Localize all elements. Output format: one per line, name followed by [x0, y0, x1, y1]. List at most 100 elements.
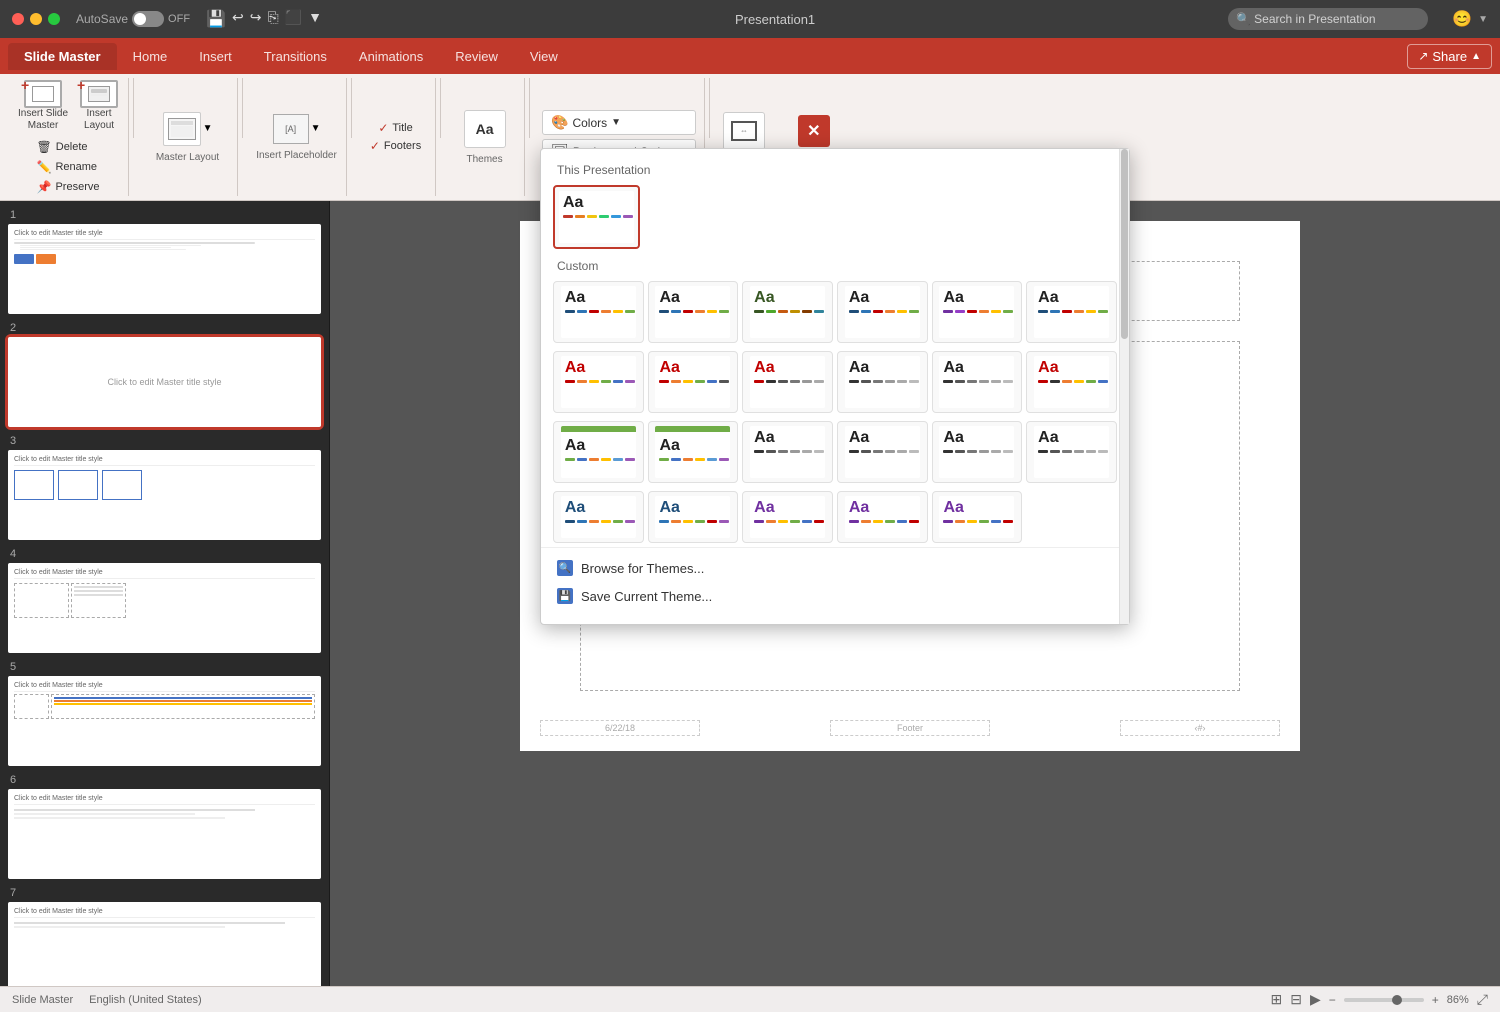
- share-button[interactable]: ↗ Share ▲: [1407, 44, 1492, 69]
- theme-custom-14[interactable]: Aa: [648, 421, 739, 483]
- theme-current[interactable]: Aa: [553, 185, 640, 249]
- theme-custom-5[interactable]: Aa: [932, 281, 1023, 343]
- theme-empty-slot: [1026, 491, 1117, 543]
- tab-bar: Slide Master Home Insert Transitions Ani…: [0, 38, 1500, 74]
- theme-custom-11[interactable]: Aa: [932, 351, 1023, 413]
- slide-thumbnail-4[interactable]: Click to edit Master title style: [8, 563, 321, 653]
- theme-custom-15[interactable]: Aa: [742, 421, 833, 483]
- colors-swatch-icon: 🎨: [551, 114, 568, 131]
- slide-size-icon: ⇔: [731, 121, 757, 141]
- save-theme-button[interactable]: 💾 Save Current Theme...: [557, 584, 1113, 608]
- tab-review[interactable]: Review: [439, 43, 514, 70]
- share-chevron: ▲: [1471, 51, 1481, 62]
- slide-thumbnail-2[interactable]: Click to edit Master title style: [8, 337, 321, 427]
- slide-thumbnail-5[interactable]: Click to edit Master title style: [8, 676, 321, 766]
- title-checkbox[interactable]: ✓ Title: [378, 121, 412, 135]
- minimize-window-button[interactable]: [30, 13, 42, 25]
- maximize-window-button[interactable]: [48, 13, 60, 25]
- slideshow-icon[interactable]: ▶: [1310, 991, 1321, 1008]
- theme-custom-16[interactable]: Aa: [837, 421, 928, 483]
- undo-arrow-icon[interactable]: ↪: [250, 9, 262, 29]
- theme-custom-1[interactable]: Aa: [553, 281, 644, 343]
- slide-footer: 6/22/18 Footer ‹#›: [540, 720, 1280, 736]
- slide-panel[interactable]: 1 Click to edit Master title style: [0, 201, 330, 986]
- theme-custom-8[interactable]: Aa: [648, 351, 739, 413]
- outline-view-icon[interactable]: ⊟: [1290, 991, 1302, 1008]
- slide-size-button[interactable]: ⇔: [723, 112, 765, 150]
- search-input[interactable]: [1228, 8, 1428, 30]
- rename-label: Rename: [55, 161, 97, 173]
- theme-custom-12[interactable]: Aa: [1026, 351, 1117, 413]
- delete-label: Delete: [56, 141, 88, 153]
- theme-custom-22[interactable]: Aa: [837, 491, 928, 543]
- placeholder-dropdown-arrow[interactable]: ▼: [311, 123, 321, 134]
- theme-button[interactable]: Aa: [464, 110, 506, 148]
- theme-aa-11: Aa: [943, 360, 963, 376]
- footers-checkmark: ✓: [370, 139, 380, 153]
- theme-custom-6[interactable]: Aa: [1026, 281, 1117, 343]
- footers-checkbox[interactable]: ✓ Footers: [370, 139, 421, 153]
- save-icon[interactable]: 💾: [206, 9, 226, 29]
- theme-custom-18[interactable]: Aa: [1026, 421, 1117, 483]
- theme-custom-20[interactable]: Aa: [648, 491, 739, 543]
- tab-view[interactable]: View: [514, 43, 574, 70]
- theme-preview-20: Aa: [655, 496, 730, 538]
- slide-number-3: 3: [8, 435, 321, 447]
- normal-view-icon[interactable]: ⊞: [1270, 991, 1282, 1008]
- tab-slide-master[interactable]: Slide Master: [8, 43, 117, 70]
- more-icon[interactable]: ▼: [308, 9, 322, 29]
- theme-custom-10[interactable]: Aa: [837, 351, 928, 413]
- undo-icon[interactable]: ↩: [232, 9, 244, 29]
- slide-thumbnail-7[interactable]: Click to edit Master title style: [8, 902, 321, 986]
- close-master-button[interactable]: ✕: [798, 115, 830, 147]
- share-icon: ↗: [1418, 49, 1428, 63]
- browse-themes-button[interactable]: 🔍 Browse for Themes...: [557, 556, 1113, 580]
- tab-transitions[interactable]: Transitions: [248, 43, 343, 70]
- insert-slide-master-button[interactable]: + Insert SlideMaster: [16, 78, 70, 134]
- theme-preview-1: Aa: [561, 286, 636, 338]
- slide-item-3[interactable]: 3 Click to edit Master title style: [8, 435, 321, 540]
- theme-custom-2[interactable]: Aa: [648, 281, 739, 343]
- close-window-button[interactable]: [12, 13, 24, 25]
- preserve-button[interactable]: 📌 Preserve: [33, 178, 104, 196]
- slide-item-4[interactable]: 4 Click to edit Master title style: [8, 548, 321, 653]
- theme-aa-13: Aa: [565, 438, 585, 454]
- layout-mini-icon: [88, 86, 110, 102]
- theme-custom-19[interactable]: Aa: [553, 491, 644, 543]
- slide-item-2[interactable]: 2 Click to edit Master title style: [8, 322, 321, 427]
- theme-custom-3[interactable]: Aa: [742, 281, 833, 343]
- tab-insert[interactable]: Insert: [183, 43, 248, 70]
- dropdown-scrollbar[interactable]: [1119, 149, 1129, 624]
- theme-bars-20: [659, 520, 729, 523]
- zoom-in-icon[interactable]: +: [1432, 993, 1439, 1007]
- theme-custom-23[interactable]: Aa: [932, 491, 1023, 543]
- rename-button[interactable]: ✏️ Rename: [33, 158, 102, 176]
- layout-icon[interactable]: ⬛: [285, 9, 302, 29]
- theme-custom-21[interactable]: Aa: [742, 491, 833, 543]
- slide-thumbnail-3[interactable]: Click to edit Master title style: [8, 450, 321, 540]
- zoom-slider[interactable]: [1344, 998, 1424, 1002]
- slide-item-6[interactable]: 6 Click to edit Master title style: [8, 774, 321, 879]
- theme-custom-13[interactable]: Aa: [553, 421, 644, 483]
- autosave-toggle[interactable]: [132, 11, 164, 27]
- theme-custom-4[interactable]: Aa: [837, 281, 928, 343]
- theme-custom-9[interactable]: Aa: [742, 351, 833, 413]
- delete-button[interactable]: 🗑 Delete: [33, 138, 92, 156]
- master-layout-dropdown-arrow[interactable]: ▼: [203, 123, 213, 134]
- colors-button[interactable]: 🎨 Colors ▼: [542, 110, 696, 135]
- tab-home[interactable]: Home: [117, 43, 184, 70]
- duplicate-icon[interactable]: ⎘: [267, 9, 278, 29]
- insert-layout-button[interactable]: + InsertLayout: [78, 78, 120, 134]
- slide-thumbnail-6[interactable]: Click to edit Master title style: [8, 789, 321, 879]
- zoom-out-icon[interactable]: −: [1329, 993, 1336, 1007]
- theme-preview-13: Aa: [561, 426, 636, 478]
- fit-window-icon[interactable]: ⤢: [1477, 991, 1488, 1008]
- slide-item-5[interactable]: 5 Click to edit Master title style: [8, 661, 321, 766]
- slide-thumbnail-1[interactable]: Click to edit Master title style: [8, 224, 321, 314]
- theme-custom-17[interactable]: Aa: [932, 421, 1023, 483]
- theme-custom-7[interactable]: Aa: [553, 351, 644, 413]
- slide-item-7[interactable]: 7 Click to edit Master title style: [8, 887, 321, 986]
- theme-aa-12: Aa: [1038, 360, 1058, 376]
- tab-animations[interactable]: Animations: [343, 43, 439, 70]
- slide-item-1[interactable]: 1 Click to edit Master title style: [8, 209, 321, 314]
